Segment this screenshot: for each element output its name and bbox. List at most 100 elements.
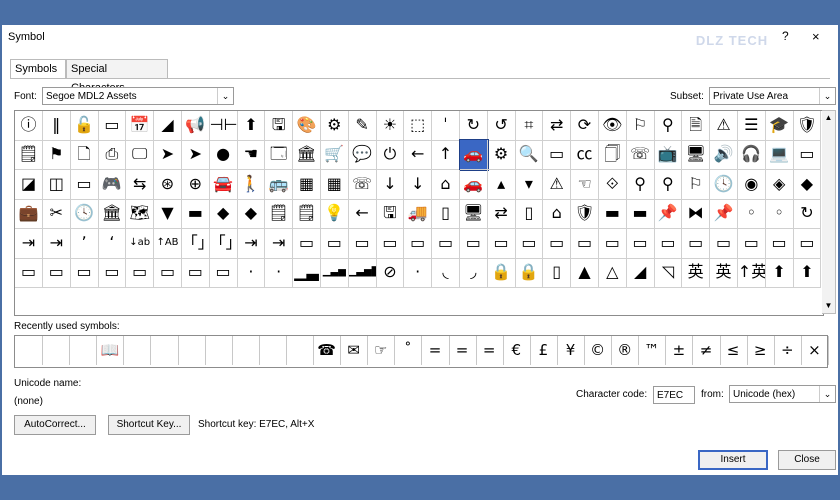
recent-symbol-cell[interactable]: ☞	[367, 336, 396, 365]
symbol-cell[interactable]: ▬	[181, 199, 210, 230]
recent-symbol-cell[interactable]: ˚	[394, 336, 423, 365]
symbol-cell[interactable]: ←	[348, 199, 377, 230]
symbol-cell[interactable]: ▭	[348, 228, 377, 259]
symbol-cell[interactable]: ◪	[15, 169, 43, 200]
symbol-cell[interactable]: ▭	[70, 258, 99, 288]
symbol-cell[interactable]: ⚲	[654, 111, 683, 141]
recent-symbol-cell[interactable]	[259, 336, 287, 365]
symbol-cell[interactable]: ▴	[487, 169, 516, 200]
symbol-cell[interactable]: ▭	[320, 228, 349, 259]
symbol-cell[interactable]: ↻	[459, 111, 488, 141]
close-button[interactable]: Close	[778, 450, 836, 470]
symbol-cell[interactable]: ☚	[237, 140, 266, 171]
symbol-cell[interactable]: 🖥	[682, 140, 711, 171]
symbol-cell[interactable]: ㏄	[571, 140, 599, 171]
symbol-cell[interactable]: ·	[404, 258, 433, 288]
symbol-cell[interactable]: ⌗	[515, 111, 544, 141]
symbol-cell[interactable]: ▭	[543, 140, 572, 171]
symbol-cell[interactable]: 🚌	[265, 169, 294, 200]
recent-symbol-cell[interactable]: ¥	[557, 336, 585, 365]
tab-special-characters[interactable]: Special Characters	[66, 59, 168, 94]
symbol-cell[interactable]: ▭	[598, 228, 627, 259]
symbol-cell[interactable]: 🗒	[293, 199, 321, 230]
symbol-cell[interactable]: 🚶	[237, 169, 266, 200]
symbol-cell[interactable]: ▼	[154, 199, 182, 230]
symbol-cell[interactable]: ▭	[487, 228, 516, 259]
recent-symbol-cell[interactable]	[232, 336, 260, 365]
symbol-cell[interactable]: 🎨	[293, 111, 321, 141]
symbol-cell[interactable]: ▯	[515, 199, 544, 230]
symbol-cell[interactable]: 🛡	[793, 111, 822, 141]
symbol-cell[interactable]: ⇄	[487, 199, 516, 230]
recent-symbol-cell[interactable]	[178, 336, 206, 365]
symbol-cell[interactable]: ▲	[571, 258, 599, 288]
symbol-cell[interactable]: ◆	[793, 169, 822, 200]
symbol-cell[interactable]: ⌂	[543, 199, 572, 230]
symbol-cell[interactable]: ☀	[376, 111, 405, 141]
symbol-cell[interactable]: 🖥	[459, 199, 488, 230]
recent-symbol-cell[interactable]: ©	[584, 336, 613, 365]
recent-symbol-cell[interactable]	[151, 336, 179, 365]
recent-symbol-cell[interactable]: =	[422, 336, 450, 365]
symbol-cell[interactable]: ◆	[237, 199, 266, 230]
symbol-cell[interactable]: ⇆	[126, 169, 155, 200]
symbol-cell[interactable]: ◞	[459, 258, 488, 288]
symbol-cell[interactable]: ↺	[487, 111, 516, 141]
symbol-cell[interactable]: ▭	[765, 228, 794, 259]
symbol-cell[interactable]: ▭	[126, 258, 155, 288]
symbol-cell[interactable]: ⇥	[15, 228, 43, 259]
symbol-cell[interactable]: 🔒	[487, 258, 516, 288]
symbol-cell[interactable]: ▁▃	[293, 258, 321, 288]
symbol-cell[interactable]: ⏻	[376, 140, 405, 171]
symbol-cell[interactable]: ⌂	[432, 169, 460, 200]
symbol-cell[interactable]: ▭	[793, 228, 822, 259]
symbol-cell[interactable]: 🎓	[765, 111, 794, 141]
symbol-cell[interactable]: ▭	[793, 140, 822, 171]
symbol-cell[interactable]: ▭	[682, 228, 711, 259]
symbol-cell[interactable]: ⇥	[237, 228, 266, 259]
symbol-cell[interactable]: 🗺	[126, 199, 155, 230]
symbol-cell[interactable]: 🖵	[126, 140, 155, 171]
symbol-cell[interactable]: ←	[404, 140, 433, 171]
symbol-cell[interactable]: 📢	[181, 111, 210, 141]
symbol-cell[interactable]: 💡	[320, 199, 349, 230]
symbol-cell[interactable]: 🔓	[70, 111, 99, 141]
symbol-grid-scrollbar[interactable]: ▲ ▼	[822, 110, 836, 314]
symbol-cell[interactable]: ↻	[793, 199, 822, 230]
symbol-cell[interactable]: 🎮	[98, 169, 127, 200]
symbol-cell[interactable]: ⚠	[710, 111, 738, 141]
symbol-cell[interactable]: ↓	[404, 169, 433, 200]
symbol-cell[interactable]: 🗒	[265, 199, 294, 230]
symbol-cell[interactable]: ⧓	[682, 199, 711, 230]
recent-symbol-cell[interactable]	[42, 336, 71, 365]
symbol-cell[interactable]: ▭	[459, 228, 488, 259]
symbol-cell[interactable]: 🚘	[209, 169, 238, 200]
symbol-cell[interactable]: 「」	[181, 228, 210, 259]
symbol-cell[interactable]: ▭	[42, 258, 71, 288]
symbol-cell[interactable]: ▁▃▅	[320, 258, 349, 288]
symbol-cell[interactable]: ˈ	[432, 111, 460, 141]
symbol-cell[interactable]: 🕓	[70, 199, 99, 230]
symbol-cell[interactable]: ⚐	[682, 169, 711, 200]
symbol-cell[interactable]: ⇥	[42, 228, 71, 259]
symbol-cell[interactable]: 🕓	[710, 169, 738, 200]
font-select[interactable]: Segoe MDL2 Assets ⌄	[42, 87, 234, 105]
scroll-up-icon[interactable]: ▲	[822, 111, 835, 125]
help-icon[interactable]: ?	[782, 29, 789, 43]
symbol-cell[interactable]: ⇄	[543, 111, 572, 141]
symbol-cell[interactable]: ⚑	[42, 140, 71, 171]
symbol-cell[interactable]: 📌	[654, 199, 683, 230]
recent-symbol-cell[interactable]: =	[476, 336, 504, 365]
symbol-cell[interactable]: ◟	[432, 258, 460, 288]
symbol-cell[interactable]: ◈	[765, 169, 794, 200]
recent-symbol-cell[interactable]: 📖	[96, 336, 125, 365]
symbol-cell[interactable]: 👁	[598, 111, 627, 141]
symbol-cell[interactable]: ▦	[293, 169, 321, 200]
symbol-cell[interactable]: ◦	[737, 199, 766, 230]
symbol-cell[interactable]: ↓	[376, 169, 405, 200]
recent-symbol-cell[interactable]: ™	[638, 336, 667, 365]
symbol-cell[interactable]: ➤	[154, 140, 182, 171]
symbol-cell[interactable]: ☜	[571, 169, 599, 200]
symbol-cell[interactable]: ◦	[765, 199, 794, 230]
symbol-cell[interactable]: 🖫	[376, 199, 405, 230]
